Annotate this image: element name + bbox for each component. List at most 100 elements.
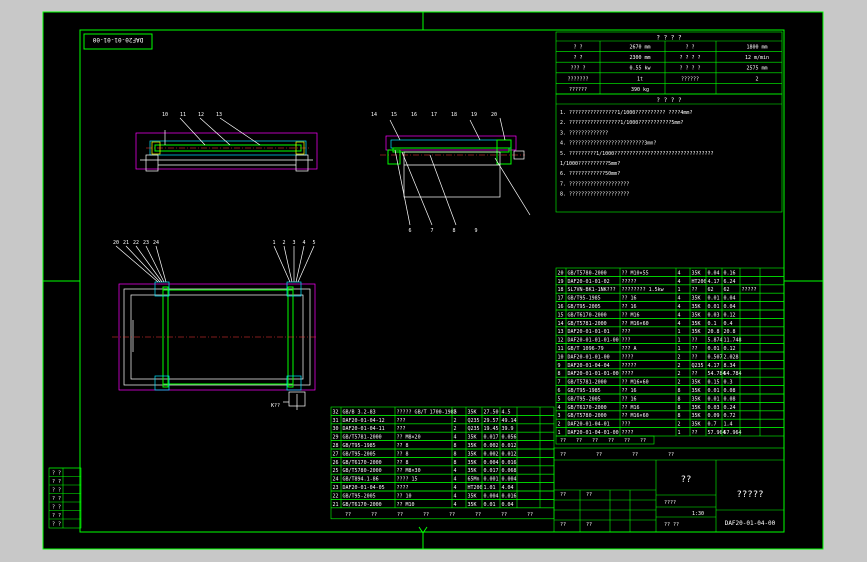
bom-left-cell: ?? M10	[397, 502, 415, 508]
bom-header-cell: ??	[449, 512, 455, 518]
bom-right-cell: GB/T95-2005	[568, 304, 601, 310]
bom-right-cell: 0.16	[724, 270, 736, 276]
bom-right-cell: ?? 16	[622, 304, 637, 310]
bom-header-cell: ??	[397, 512, 403, 518]
bom-left-cell: 0.004	[484, 460, 499, 466]
bom-right-cell: ????	[622, 354, 634, 360]
drawing-name: ??	[681, 475, 692, 485]
bom-left-cell: 19.45	[484, 426, 499, 432]
scale-value: 1:30	[692, 511, 704, 517]
bom-right-cell: ?? M16	[622, 405, 640, 411]
tech-line: 1/1000??????????5mm?	[560, 161, 620, 167]
bom-left-cell: 0.002	[484, 451, 499, 457]
bom-right-cell: 57.964	[724, 430, 742, 436]
bom-left-cell: 65Mn	[468, 477, 480, 483]
side-callout: 20	[491, 112, 497, 118]
sig-d: ??	[668, 452, 674, 458]
bom-right-cell: ????	[622, 371, 634, 377]
plan-callout-right: 1	[272, 240, 275, 246]
bom-right-cell: 0.03	[708, 312, 720, 318]
bom-right-cell: DAF20-01-01-01-00	[568, 371, 619, 377]
bom-right-cell: ????	[622, 430, 634, 436]
bom-right-cell: 54.784	[724, 371, 742, 377]
bom-left-cell: ?? 8	[397, 443, 409, 449]
bom-left-cell: 0.056	[502, 435, 517, 441]
plan-callout-left: 22	[133, 240, 139, 246]
param-table-title: ? ? ? ?	[656, 35, 682, 42]
side-callout: 17	[431, 112, 437, 118]
bom-right-cell: 0.1	[708, 321, 717, 327]
bom-right-cell: 19	[558, 279, 564, 285]
bom-left-cell: GB/T95-1985	[343, 443, 376, 449]
bom-right-cell: 0.08	[724, 388, 736, 394]
bom-right-cell: GB/T95-1985	[568, 296, 601, 302]
bom-left-cell: GB/T894.1-86	[343, 477, 379, 483]
bom-right-cell: ??? A	[622, 346, 637, 352]
tech-line: 6. ????????????50mm?	[560, 171, 620, 177]
bom-right-cell: 35K	[692, 405, 701, 411]
bom-left-cell: 0.016	[502, 493, 517, 499]
bom-left-cell: 4.5	[502, 409, 511, 415]
param-cell: ??????	[569, 87, 587, 93]
bom-left-cell: 32	[333, 409, 339, 415]
front-callout: 13	[216, 112, 222, 118]
bom-right-cell: ?? 16	[622, 396, 637, 402]
bom-left-cell: 35K	[468, 451, 477, 457]
bom-header-cell: ??	[527, 512, 533, 518]
bom-right-cell: 1	[678, 338, 681, 344]
param-cell: 1t	[637, 76, 643, 82]
bom-header-cell: ??	[345, 512, 351, 518]
bom-right-cell: 0.04	[724, 304, 736, 310]
side-callout: 15	[391, 112, 397, 118]
bom-right-cell: GB/T5781-2000	[568, 321, 607, 327]
bom-header-cell: ??	[624, 438, 630, 444]
bom-right-cell: ??	[692, 287, 698, 293]
tech-line: 8. ????????????????????	[560, 192, 629, 198]
bom-right-cell: ??	[692, 338, 698, 344]
bom-right-cell: 4	[678, 270, 681, 276]
plan-callout-left: 24	[153, 240, 159, 246]
plan-callout-left: 23	[143, 240, 149, 246]
bom-right-cell: 8	[678, 405, 681, 411]
bom-right-cell: 0.04	[724, 296, 736, 302]
bom-header-cell: ??	[560, 438, 566, 444]
bom-left-cell: 0.004	[502, 477, 517, 483]
front-callout: 10	[162, 112, 168, 118]
bom-right-cell: 2	[558, 422, 561, 428]
tech-line: 7. ????????????????????	[560, 181, 629, 187]
bom-right-cell: 10	[558, 354, 564, 360]
bom-right-cell: GB/T95-2005	[568, 396, 601, 402]
bom-right-cell: 5	[558, 396, 561, 402]
bom-right-cell: ???	[622, 338, 631, 344]
bom-right-cell: 20.8	[708, 329, 720, 335]
bom-right-cell: 2	[678, 380, 681, 386]
bom-right-cell: 35K	[692, 380, 701, 386]
bom-left-cell: Q235	[468, 418, 480, 424]
bom-right-cell: 35K	[692, 329, 701, 335]
bom-right-cell: 35K	[692, 270, 701, 276]
bom-left-cell: GB/T95-2005	[343, 493, 376, 499]
front-callout: 12	[198, 112, 204, 118]
bom-right-cell: ??	[692, 371, 698, 377]
bom-right-cell: 7	[558, 380, 561, 386]
bom-right-cell: 8	[678, 413, 681, 419]
param-cell: 2300 mm	[629, 55, 650, 61]
plan-callout-right: 2	[282, 240, 285, 246]
bom-right-cell: 17	[558, 296, 564, 302]
bom-right-cell: 35K	[692, 396, 701, 402]
bom-left-cell: 27.50	[484, 409, 499, 415]
bom-right-cell: 0.72	[724, 413, 736, 419]
sig-b: ??	[596, 452, 602, 458]
bom-left-cell: 0.012	[502, 443, 517, 449]
sig-g: ??	[560, 522, 566, 528]
bom-right-cell: 0.01	[708, 304, 720, 310]
bom-right-cell: GB/T5781-2000	[568, 380, 607, 386]
bom-right-cell: 35K	[692, 296, 701, 302]
strip-label: ? ?	[52, 479, 61, 485]
bom-right-cell: 4	[678, 279, 681, 285]
bom-right-cell: GB/T5780-2000	[568, 270, 607, 276]
bom-header-cell: ??	[576, 438, 582, 444]
bom-right-cell: GB/T95-1985	[568, 388, 601, 394]
bom-right-cell: 6.24	[724, 279, 736, 285]
company-name: ?????	[736, 490, 763, 500]
